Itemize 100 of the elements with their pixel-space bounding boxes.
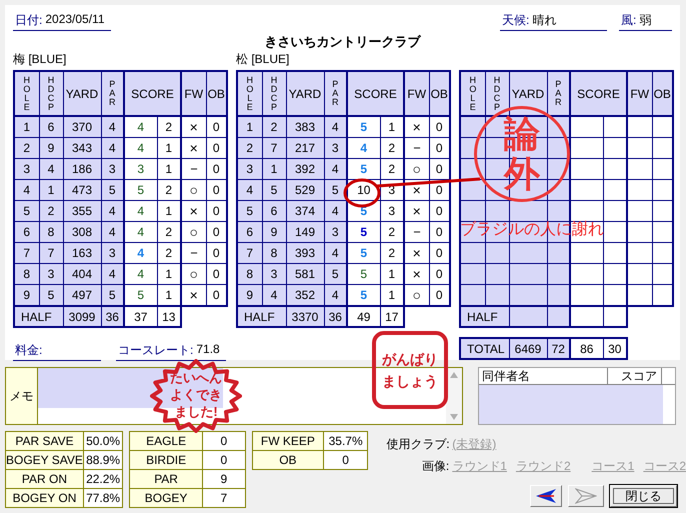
yard-cell: 392 xyxy=(286,158,324,180)
yard-total: 6469 xyxy=(509,338,548,359)
column-header: PAR xyxy=(324,71,347,116)
score-cell: 5 xyxy=(347,284,380,306)
column-header: OB xyxy=(206,71,227,116)
hdcp-cell: 9 xyxy=(39,138,63,158)
stat-label: BIRDIE xyxy=(130,450,202,470)
putts-cell: 1 xyxy=(157,138,181,158)
yard-cell: 343 xyxy=(63,138,101,158)
column-header: YARD xyxy=(509,71,547,116)
par-cell: 4 xyxy=(324,200,347,222)
hdcp-cell: 1 xyxy=(262,158,286,180)
ob-cell: 0 xyxy=(429,116,450,138)
putts-cell: 1 xyxy=(157,158,181,180)
par-cell: 3 xyxy=(324,138,347,158)
fairway-cell: － xyxy=(181,242,206,264)
stat-label: PAR ON xyxy=(6,470,84,488)
score-cell: 4 xyxy=(124,200,157,222)
stat-value: 7 xyxy=(202,488,246,508)
column-header: SCORE xyxy=(347,71,404,116)
stat-label: BOGEY SAVE xyxy=(6,450,84,470)
fairway-cell: × xyxy=(404,242,429,264)
half-label: HALF xyxy=(14,306,63,327)
hole-cell: 1 xyxy=(237,116,262,138)
par-total: 72 xyxy=(547,338,570,359)
stat-value: 88.9% xyxy=(83,450,123,470)
right-arrow-icon xyxy=(575,488,597,504)
hdcp-cell: 9 xyxy=(262,222,286,242)
hdcp-cell: 6 xyxy=(262,200,286,222)
hdcp-cell: 6 xyxy=(39,116,63,138)
par-cell: 4 xyxy=(324,242,347,264)
yard-cell: 217 xyxy=(286,138,324,158)
yard-cell: 393 xyxy=(286,242,324,264)
putts-cell: 1 xyxy=(380,116,404,138)
close-button[interactable]: 閉じる xyxy=(610,485,677,507)
hole-cell: 8 xyxy=(237,264,262,284)
wind-label: 風: xyxy=(621,12,636,29)
ob-cell: 0 xyxy=(206,242,227,264)
fairway-cell: － xyxy=(181,158,206,180)
column-header[interactable]: 同伴者名 xyxy=(479,368,608,384)
putts-cell: 2 xyxy=(157,116,181,138)
column-header[interactable]: スコア xyxy=(608,368,662,384)
par-cell: 4 xyxy=(324,116,347,138)
putts-cell: 2 xyxy=(157,180,181,200)
hole-cell: 3 xyxy=(237,158,262,180)
hole-cell: 9 xyxy=(14,284,39,306)
wind-value: 弱 xyxy=(639,12,652,29)
stat-label: BOGEY ON xyxy=(6,488,84,508)
score-cell: 4 xyxy=(124,116,157,138)
course-title: きさいちカントリークラブ xyxy=(264,33,420,51)
score-cell: 5 xyxy=(347,116,380,138)
putts-cell: 2 xyxy=(380,242,404,264)
hdcp-cell: 8 xyxy=(39,222,63,242)
stat-value: 0 xyxy=(202,432,246,450)
score-cell: 5 xyxy=(124,180,157,200)
stat-label: BOGEY xyxy=(130,488,202,508)
hole-cell: 3 xyxy=(14,158,39,180)
fairway-cell: ○ xyxy=(404,284,429,306)
yard-cell: 352 xyxy=(286,284,324,306)
ob-cell: 0 xyxy=(429,158,450,180)
course-rating-value: 71.8 xyxy=(196,342,220,358)
weather-value: 晴れ xyxy=(532,12,556,29)
par-cell: 4 xyxy=(101,264,124,284)
score-total: 86 xyxy=(570,338,604,359)
yard-cell: 374 xyxy=(286,200,324,222)
yard-cell: 581 xyxy=(286,264,324,284)
hole-cell: 1 xyxy=(14,116,39,138)
column-header: FW xyxy=(181,71,206,116)
stat-label: PAR SAVE xyxy=(6,432,84,450)
column-header: OB xyxy=(652,71,673,116)
column-header: HDCP xyxy=(39,71,63,116)
par-cell: 3 xyxy=(101,242,124,264)
hdcp-cell: 3 xyxy=(39,264,63,284)
putts-cell: 2 xyxy=(157,242,181,264)
ob-cell: 0 xyxy=(206,222,227,242)
ob-cell: 0 xyxy=(429,284,450,306)
hole-cell: 2 xyxy=(14,138,39,158)
memo-label: メモ xyxy=(6,368,38,424)
score-cell: 4 xyxy=(347,138,380,158)
column-header: HDCP xyxy=(485,71,509,116)
putts-cell: 3 xyxy=(380,200,404,222)
weather-label: 天候: xyxy=(502,12,530,29)
date-value: 2023/05/11 xyxy=(45,12,105,28)
yard-total: 3099 xyxy=(63,306,101,327)
stat-value: 77.8% xyxy=(83,488,123,508)
column-header: HOLE xyxy=(237,71,262,116)
ob-cell: 0 xyxy=(206,158,227,180)
course-name: 松 [BLUE] xyxy=(236,51,290,68)
hdcp-cell: 5 xyxy=(39,284,63,306)
hole-cell: 9 xyxy=(237,284,262,306)
fairway-cell: － xyxy=(404,138,429,158)
score-cell: 5 xyxy=(347,242,380,264)
fairway-cell: × xyxy=(404,200,429,222)
putts-total: 17 xyxy=(380,306,404,327)
score-cell: 5 xyxy=(347,158,380,180)
circle-mark xyxy=(344,178,380,208)
stat-label: FW KEEP xyxy=(252,432,324,450)
course-rating-label: コースレート: xyxy=(118,342,194,359)
column-header: SCORE xyxy=(124,71,181,116)
back-button[interactable] xyxy=(530,485,562,507)
